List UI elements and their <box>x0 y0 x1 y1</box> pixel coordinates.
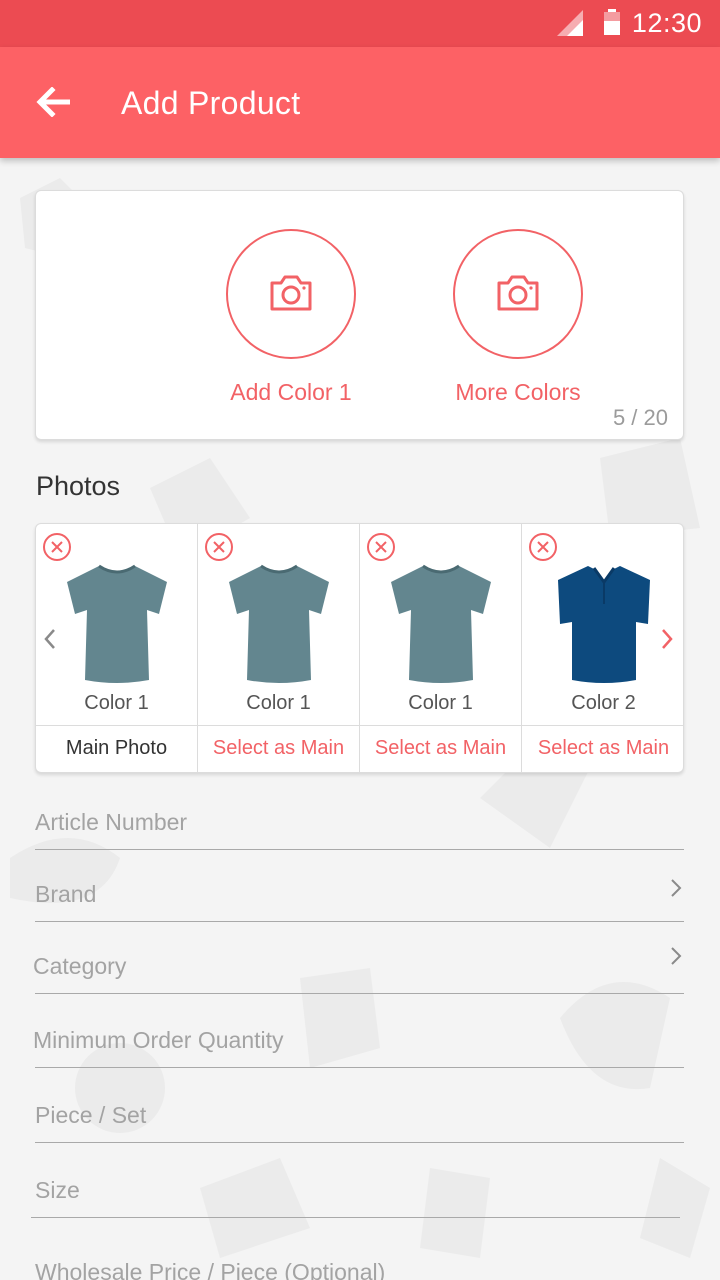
photo-color-label: Color 2 <box>571 692 636 714</box>
add-color-button[interactable]: Add Color 1 <box>201 229 381 406</box>
wholesale-price-field[interactable]: Wholesale Price / Piece (Optional) <box>35 1224 684 1280</box>
more-colors-button[interactable]: More Colors <box>428 229 608 406</box>
select-as-main-button[interactable]: Select as Main <box>522 725 683 772</box>
minimum-order-quantity-field[interactable]: Minimum Order Quantity <box>33 996 684 1068</box>
field-placeholder: Piece / Set <box>35 1102 147 1128</box>
main-photo-label: Main Photo <box>36 725 197 772</box>
add-color-circle <box>226 229 356 359</box>
more-colors-label: More Colors <box>455 379 581 405</box>
back-button[interactable] <box>24 73 84 133</box>
more-colors-circle <box>453 229 583 359</box>
camera-icon <box>497 275 539 311</box>
field-placeholder: Size <box>35 1177 80 1203</box>
remove-photo-icon[interactable] <box>528 532 558 562</box>
status-bar: 12:30 <box>0 0 720 47</box>
tshirt-image <box>390 564 491 683</box>
select-as-main-button[interactable]: Select as Main <box>198 725 359 772</box>
piece-set-field[interactable]: Piece / Set <box>35 1071 684 1143</box>
chevron-right-icon[interactable] <box>655 624 679 654</box>
polo-shirt-image <box>557 566 650 683</box>
size-field[interactable]: Size <box>31 1146 680 1218</box>
battery-icon <box>604 9 620 35</box>
chevron-left-icon[interactable] <box>38 624 62 654</box>
photo-color-label: Color 1 <box>246 692 311 714</box>
status-time: 12:30 <box>631 8 702 38</box>
chevron-right-icon <box>671 879 682 897</box>
field-placeholder: Minimum Order Quantity <box>33 1027 284 1053</box>
tshirt-image <box>228 564 329 683</box>
remove-photo-icon[interactable] <box>366 532 396 562</box>
photo-item: Color 1 Select as Main <box>198 524 360 772</box>
article-number-field[interactable]: Article Number <box>35 778 684 850</box>
photo-item: Color 1 Select as Main <box>360 524 522 772</box>
field-placeholder: Brand <box>35 881 97 907</box>
color-card: Add Color 1 More Colors 5 / 20 <box>35 190 684 440</box>
photos-heading: Photos <box>36 471 121 501</box>
main-content: Add Color 1 More Colors 5 / 20 Photos Co… <box>0 158 720 1280</box>
page-title: Add Product <box>121 85 301 121</box>
field-placeholder: Article Number <box>35 809 188 835</box>
tshirt-image <box>66 564 167 683</box>
photo-color-label: Color 1 <box>408 692 473 714</box>
remove-photo-icon[interactable] <box>42 532 72 562</box>
photos-carousel: Color 1 Main Photo Color 1 Select as Mai… <box>35 523 684 773</box>
arrow-left-icon <box>36 87 70 117</box>
photo-counter: 5 / 20 <box>612 405 668 430</box>
category-field[interactable]: Category <box>33 922 684 994</box>
camera-icon <box>270 275 312 311</box>
chevron-right-icon <box>671 947 682 965</box>
app-bar: Add Product <box>0 47 720 158</box>
field-placeholder: Category <box>33 953 127 979</box>
photo-color-label: Color 1 <box>84 692 149 714</box>
brand-field[interactable]: Brand <box>35 850 684 922</box>
add-color-label: Add Color 1 <box>230 379 352 405</box>
remove-photo-icon[interactable] <box>204 532 234 562</box>
signal-icon <box>557 10 583 36</box>
field-placeholder: Wholesale Price / Piece (Optional) <box>35 1259 386 1280</box>
select-as-main-button[interactable]: Select as Main <box>360 725 521 772</box>
